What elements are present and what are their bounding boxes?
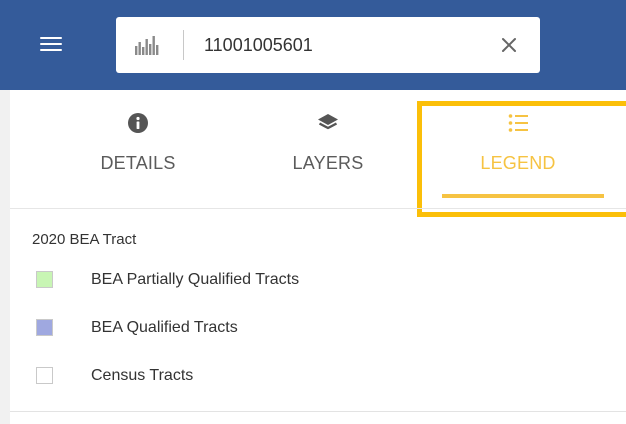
layers-icon bbox=[318, 114, 338, 130]
legend-swatch-qualified bbox=[36, 319, 53, 336]
legend-item: BEA Qualified Tracts bbox=[36, 318, 596, 340]
tab-layers[interactable]: LAYERS bbox=[230, 90, 426, 208]
search-divider bbox=[183, 30, 184, 60]
tab-legend-label: LEGEND bbox=[480, 153, 556, 173]
hamburger-menu-icon[interactable] bbox=[40, 34, 62, 54]
app-page: DETAILS LAYERS LEGEND 2020 BEA Tract bbox=[0, 0, 626, 424]
legend-swatch-partially-qualified bbox=[36, 271, 53, 288]
panel-tabs: DETAILS LAYERS LEGEND bbox=[10, 90, 626, 208]
top-bar bbox=[0, 0, 626, 90]
legend-item: Census Tracts bbox=[36, 366, 596, 388]
tab-layers-label: LAYERS bbox=[292, 153, 364, 173]
legend-item-label: Census Tracts bbox=[91, 367, 194, 384]
legend-item-label: BEA Qualified Tracts bbox=[91, 319, 238, 336]
legend-panel: 2020 BEA Tract BEA Partially Qualified T… bbox=[10, 208, 626, 412]
search-input[interactable] bbox=[204, 29, 474, 61]
search-box bbox=[116, 17, 540, 73]
tab-details-label: DETAILS bbox=[100, 153, 176, 173]
left-edge-strip bbox=[0, 90, 10, 424]
list-icon bbox=[508, 114, 528, 132]
close-icon[interactable] bbox=[499, 35, 519, 55]
tab-legend[interactable]: LEGEND bbox=[420, 90, 616, 208]
legend-title: 2020 BEA Tract bbox=[32, 231, 137, 248]
bar-chart-icon bbox=[135, 36, 159, 55]
active-tab-indicator bbox=[442, 194, 604, 198]
tab-details[interactable]: DETAILS bbox=[40, 90, 236, 208]
legend-item-label: BEA Partially Qualified Tracts bbox=[91, 271, 300, 288]
legend-swatch-census bbox=[36, 367, 53, 384]
info-circle-icon bbox=[128, 113, 148, 133]
divider bbox=[10, 411, 626, 412]
legend-item: BEA Partially Qualified Tracts bbox=[36, 270, 596, 292]
